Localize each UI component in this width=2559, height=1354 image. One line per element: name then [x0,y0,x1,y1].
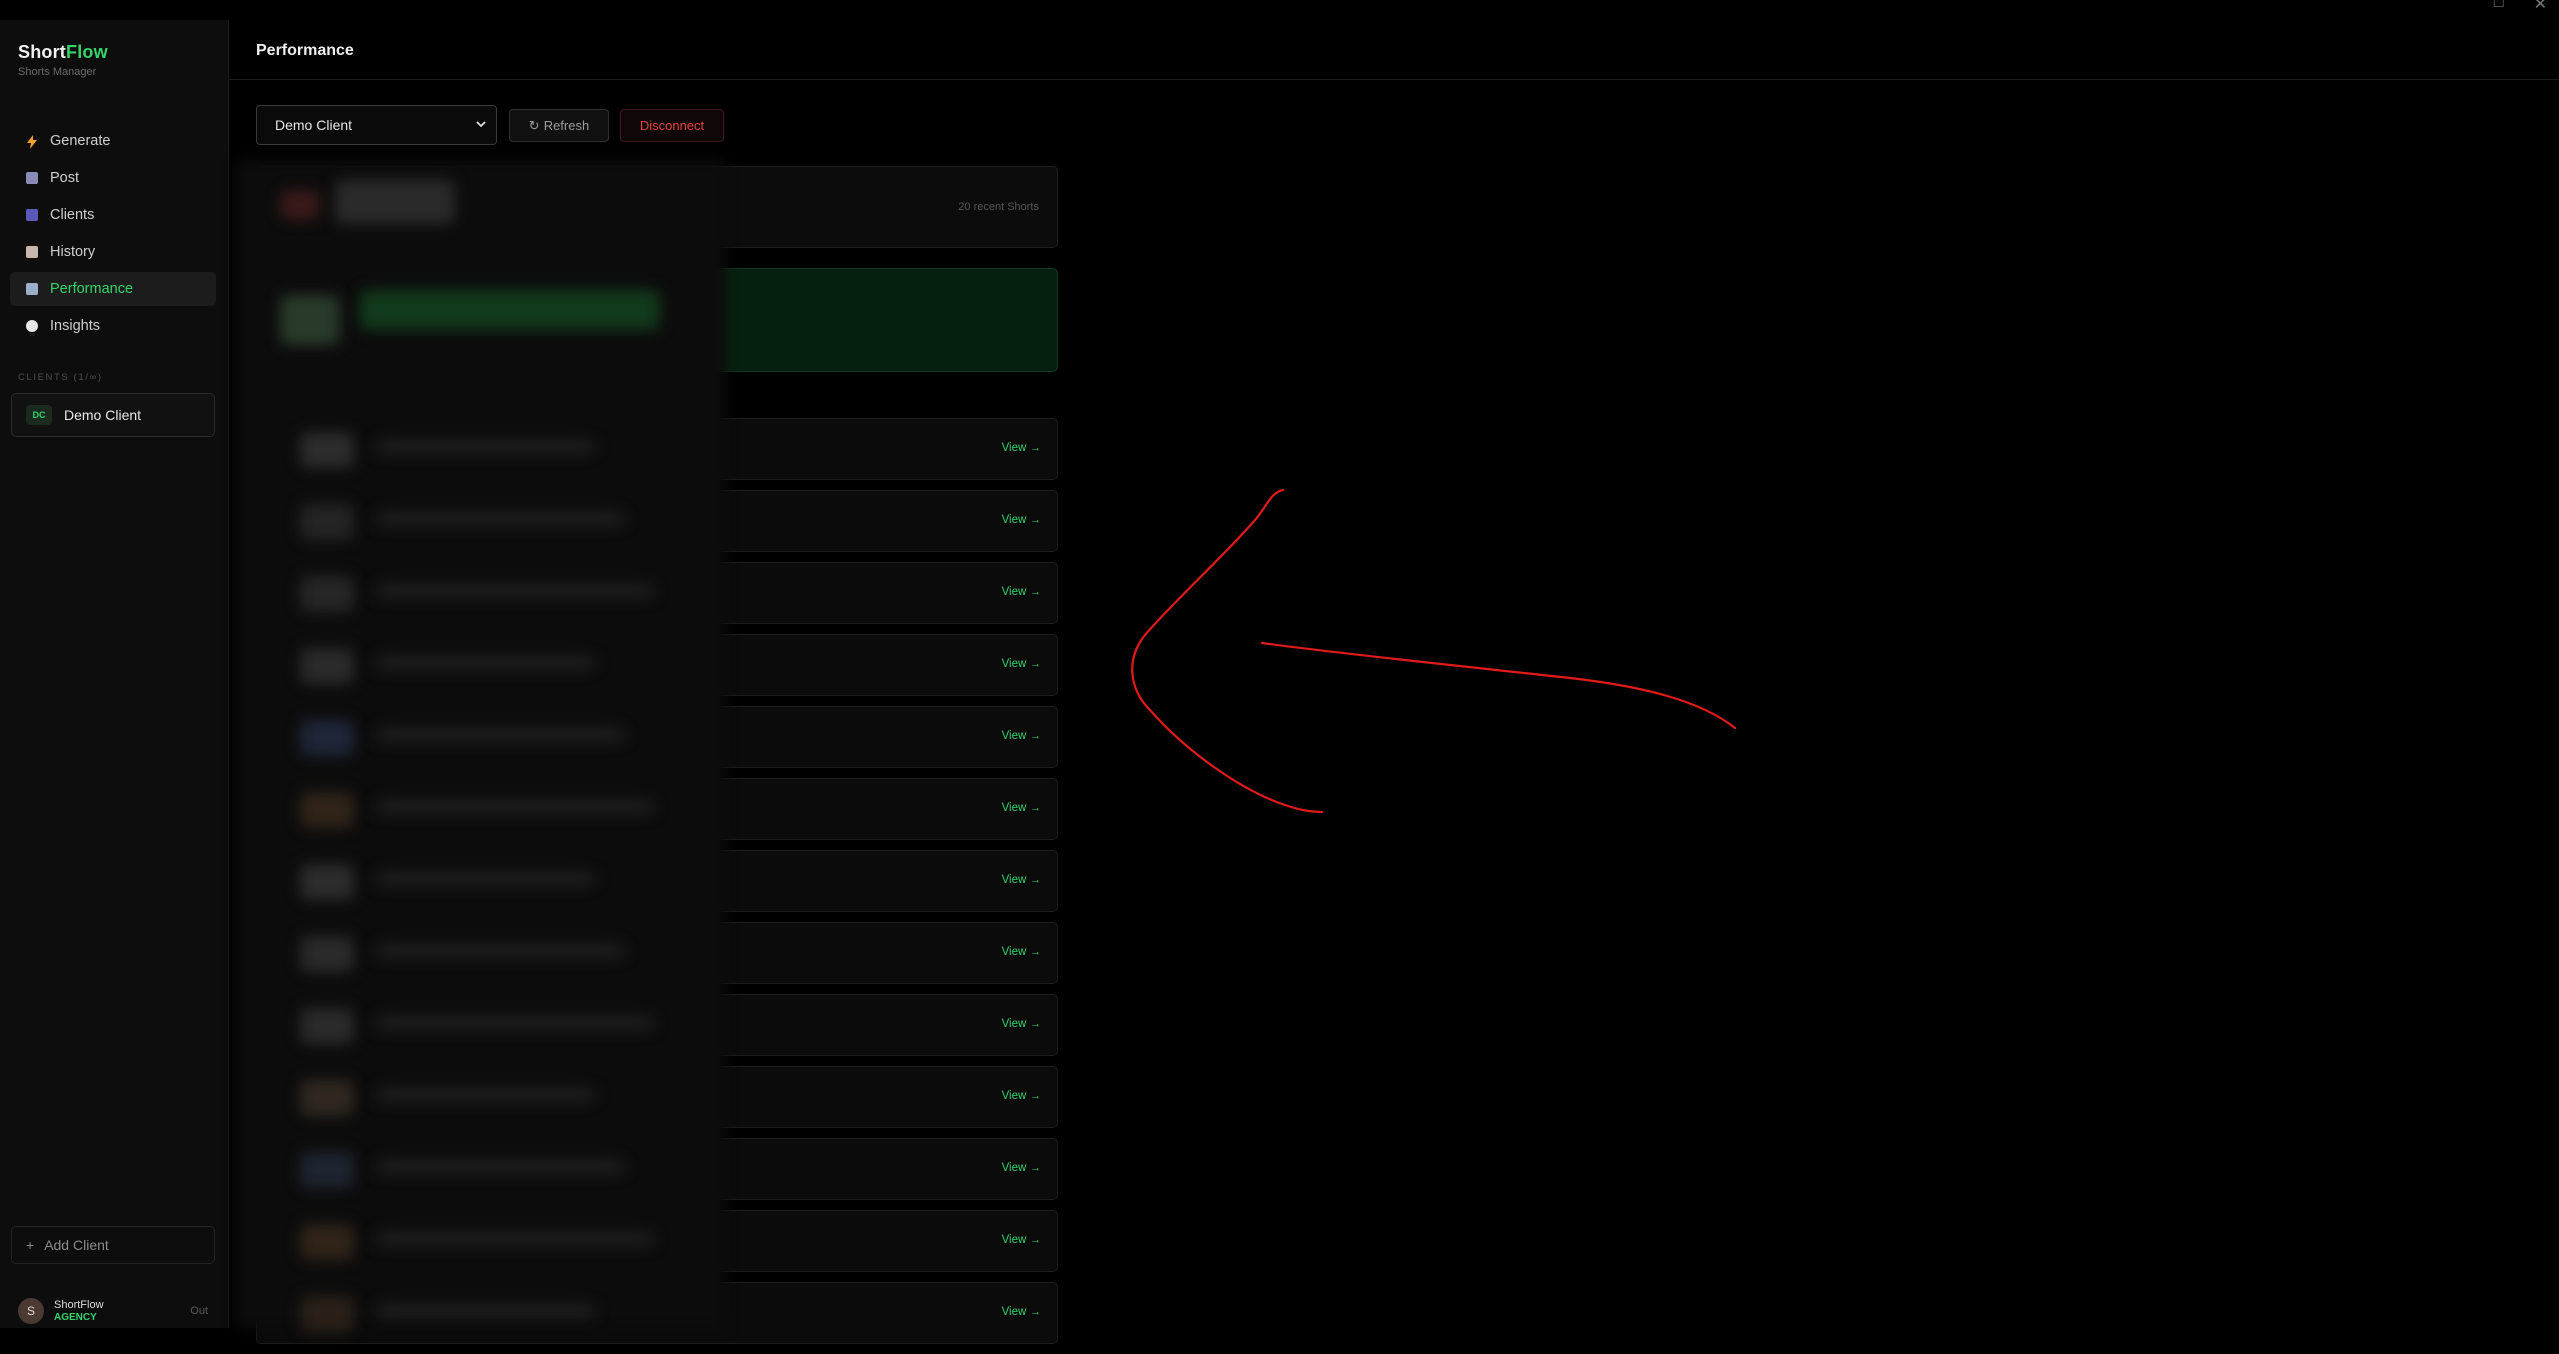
annotation-arrow [1131,488,1737,814]
